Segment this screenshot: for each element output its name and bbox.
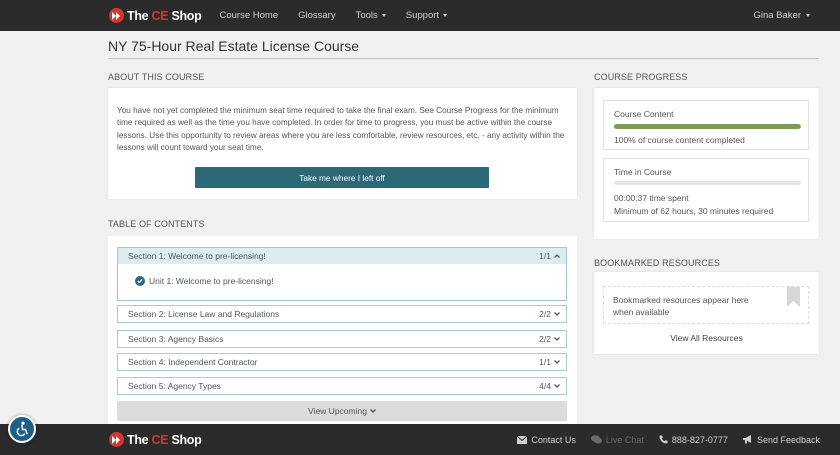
bookmarks-empty: Bookmarked resources appear here when av…	[603, 286, 809, 324]
bookmark-icon	[787, 287, 800, 307]
time-progress-title: Time in Course	[614, 167, 672, 177]
toc-section-3[interactable]: Section 3: Agency Basics 2/2	[117, 330, 567, 348]
chevron-down-icon	[554, 312, 560, 316]
top-navbar: The CE Shop Course Home Glossary Tools S…	[0, 0, 840, 31]
chevron-down-icon	[369, 409, 376, 413]
content-progress-fill	[614, 124, 801, 129]
nav-course-home[interactable]: Course Home	[219, 10, 278, 21]
view-all-resources-link[interactable]: View All Resources	[594, 333, 819, 343]
content-progress: Course Content 100% of course content co…	[603, 100, 809, 150]
check-circle-icon	[135, 276, 145, 286]
section-1-units: Unit 1: Welcome to pre-licensing!	[117, 264, 567, 301]
toc-section-4[interactable]: Section 4: Independent Contractor 1/1	[117, 353, 567, 371]
nav-support-dropdown[interactable]: Support	[406, 10, 448, 21]
megaphone-icon	[742, 435, 751, 444]
phone-link[interactable]: 888-827-0777	[659, 435, 728, 445]
contact-us-link[interactable]: Contact Us	[517, 435, 576, 445]
send-feedback-link[interactable]: Send Feedback	[742, 435, 820, 445]
resume-course-button[interactable]: Take me where I left off	[195, 167, 489, 188]
caret-down-icon	[806, 14, 810, 17]
progress-heading: COURSE PROGRESS	[594, 72, 688, 82]
section-count: 2/2	[539, 334, 551, 344]
unit-item[interactable]: Unit 1: Welcome to pre-licensing!	[135, 276, 274, 286]
section-count: 1/1	[539, 251, 551, 261]
logo-play-icon	[109, 432, 124, 447]
divider	[108, 58, 819, 59]
chevron-down-icon	[554, 384, 560, 388]
toc-section-2[interactable]: Section 2: License Law and Regulations 2…	[117, 305, 567, 323]
chevron-down-icon	[554, 337, 560, 341]
chevron-down-icon	[554, 360, 560, 364]
envelope-icon	[517, 435, 528, 444]
time-progress: Time in Course 00:00:37 time spent Minim…	[603, 158, 809, 222]
about-heading: ABOUT THIS COURSE	[108, 72, 205, 82]
nav-glossary[interactable]: Glossary	[298, 10, 335, 21]
section-count: 1/1	[539, 357, 551, 367]
time-spent: 00:00:37 time spent	[614, 193, 689, 203]
logo-play-icon	[109, 8, 124, 23]
toc-panel: Section 1: Welcome to pre-licensing! 1/1…	[108, 236, 577, 424]
content-progress-summary: 100% of course content completed	[614, 135, 745, 145]
toc-heading: TABLE OF CONTENTS	[108, 219, 205, 229]
accessibility-icon	[16, 421, 28, 437]
brand-name: The CE Shop	[127, 432, 202, 447]
nav-tools-dropdown[interactable]: Tools	[356, 10, 386, 21]
about-text: You have not yet completed the minimum s…	[117, 106, 565, 153]
user-menu[interactable]: Gina Baker	[753, 0, 810, 31]
about-card: You have not yet completed the minimum s…	[108, 88, 577, 199]
bookmarks-empty-text: Bookmarked resources appear here when av…	[613, 295, 749, 317]
caret-down-icon	[381, 14, 386, 17]
time-required: Minimum of 62 hours, 30 minutes required	[614, 206, 774, 216]
footer-logo[interactable]: The CE Shop	[109, 432, 202, 447]
unit-label: Unit 1: Welcome to pre-licensing!	[149, 276, 274, 286]
content-progress-title: Course Content	[614, 109, 674, 119]
toc-section-1[interactable]: Section 1: Welcome to pre-licensing! 1/1	[117, 247, 567, 265]
brand-name: The CE Shop	[127, 8, 202, 23]
chevron-up-icon	[554, 254, 560, 258]
page-title: NY 75-Hour Real Estate License Course	[108, 38, 360, 54]
section-count: 2/2	[539, 309, 551, 319]
caret-down-icon	[443, 14, 448, 17]
time-progress-bar	[614, 181, 801, 185]
bookmarks-heading: BOOKMARKED RESOURCES	[594, 258, 721, 268]
chat-icon	[590, 435, 602, 444]
brand-logo[interactable]: The CE Shop	[109, 8, 202, 23]
toc-section-5[interactable]: Section 5: Agency Types 4/4	[117, 377, 567, 395]
footer: The CE Shop Contact Us Live Chat 888-827…	[0, 424, 840, 455]
progress-card: Course Content 100% of course content co…	[594, 88, 819, 239]
accessibility-button[interactable]	[8, 415, 36, 443]
bookmarks-card: Bookmarked resources appear here when av…	[594, 272, 819, 354]
phone-icon	[659, 435, 668, 444]
user-name: Gina Baker	[753, 10, 801, 21]
section-count: 4/4	[539, 381, 551, 391]
view-upcoming-button[interactable]: View Upcoming	[117, 401, 567, 421]
content-progress-bar	[614, 124, 801, 129]
live-chat-link[interactable]: Live Chat	[590, 435, 644, 445]
